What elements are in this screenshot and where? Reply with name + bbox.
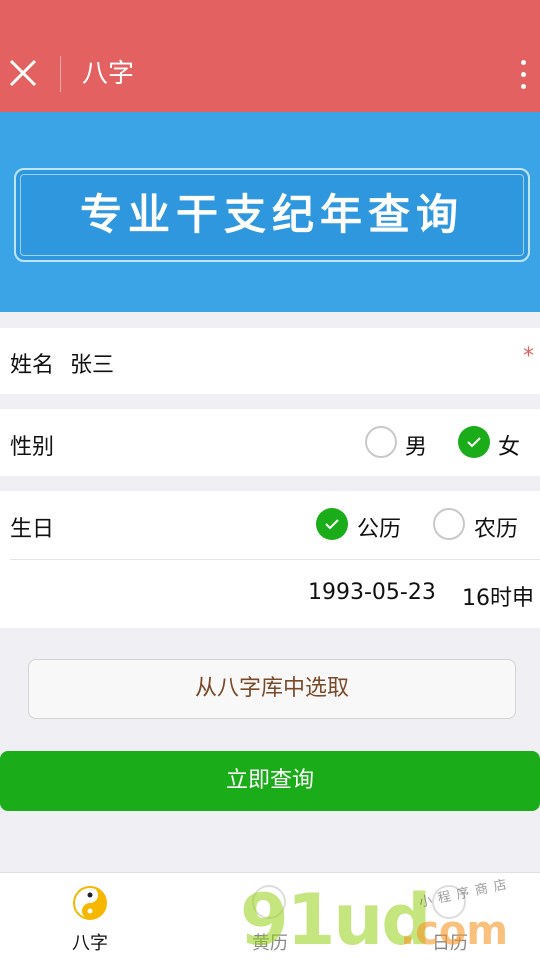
query-now-button[interactable]: 立即查询 xyxy=(0,751,540,811)
tab-bazi[interactable]: 八字 xyxy=(0,873,180,961)
banner: 专业干支纪年查询 xyxy=(0,112,540,312)
more-dot-icon xyxy=(521,84,526,89)
birth-date-picker[interactable]: 1993-05-23 xyxy=(308,580,436,605)
more-button[interactable] xyxy=(514,58,532,92)
required-mark: * xyxy=(523,344,534,369)
gender-female-radio[interactable] xyxy=(458,426,490,458)
name-label: 姓名 xyxy=(10,353,55,378)
more-dot-icon xyxy=(521,72,526,77)
pick-from-library-button[interactable]: 从八字库中选取 xyxy=(28,659,516,719)
banner-title: 专业干支纪年查询 xyxy=(79,190,464,239)
tab-label: 八字 xyxy=(72,933,108,954)
birthday-section: 生日 公历 农历 1993-05-23 16时申 xyxy=(0,491,540,628)
solar-calendar-radio[interactable] xyxy=(316,508,348,540)
more-dot-icon xyxy=(521,60,526,65)
page-title: 八字 xyxy=(82,59,135,89)
name-input[interactable]: 张三 xyxy=(70,347,114,379)
close-button[interactable] xyxy=(6,56,40,90)
topbar-divider xyxy=(60,56,61,92)
row-divider xyxy=(10,559,540,560)
gender-male-radio[interactable] xyxy=(365,426,397,458)
lunar-calendar-label[interactable]: 农历 xyxy=(474,511,518,543)
watermark-suffix: .com xyxy=(400,908,509,954)
gender-row: 性别 男 女 xyxy=(0,409,540,476)
check-icon xyxy=(325,519,339,530)
lunar-calendar-radio[interactable] xyxy=(433,508,465,540)
top-bar: 八字 xyxy=(0,0,540,112)
gender-label: 性别 xyxy=(10,435,55,460)
name-row[interactable]: 姓名 张三 * xyxy=(0,328,540,394)
close-icon xyxy=(9,59,37,87)
gender-male-label[interactable]: 男 xyxy=(405,429,427,461)
solar-calendar-label[interactable]: 公历 xyxy=(357,511,401,543)
yin-yang-icon xyxy=(73,886,107,920)
birth-hour-picker[interactable]: 16时申 xyxy=(462,580,534,612)
birthday-label: 生日 xyxy=(10,517,55,542)
check-icon xyxy=(467,437,481,448)
gender-female-label[interactable]: 女 xyxy=(498,429,520,461)
